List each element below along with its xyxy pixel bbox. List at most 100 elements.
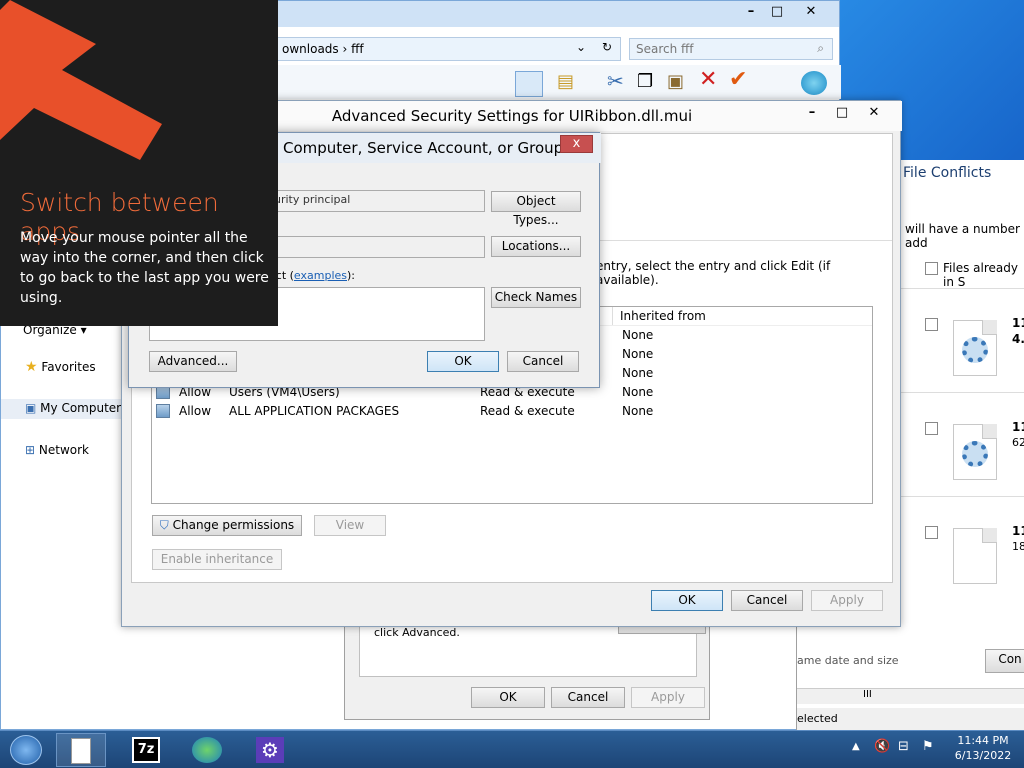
close-button[interactable]: ✕ — [858, 102, 890, 124]
file-1-name: 11 — [1012, 316, 1024, 330]
cut-icon[interactable]: ✂ — [607, 69, 624, 93]
cancel-button[interactable]: Cancel — [507, 351, 579, 372]
globe-icon[interactable] — [801, 71, 827, 95]
examples-link[interactable]: examples — [294, 269, 347, 282]
enter-names-text-end: ): — [347, 269, 355, 282]
horizontal-scrollbar[interactable]: III — [797, 688, 1024, 704]
taskbar-idm[interactable] — [186, 733, 230, 767]
locations-button[interactable]: Locations... — [491, 236, 581, 257]
show-hidden-icons[interactable]: ▲ — [852, 741, 860, 752]
delete-icon[interactable]: ✕ — [699, 67, 717, 92]
sevenzip-icon: 7z — [132, 737, 160, 763]
taskbar-7zip[interactable]: 7z — [124, 733, 168, 767]
file-2-icon — [953, 424, 997, 480]
object-types-button[interactable]: Object Types... — [491, 191, 581, 227]
document-icon — [71, 738, 91, 764]
row-inherited: None — [622, 328, 654, 342]
network-icon: ⊞ — [25, 443, 36, 457]
row-principal: ALL APPLICATION PACKAGES — [229, 404, 400, 418]
files-already-label: Files already in S — [943, 261, 1018, 289]
search-icon: ⌕ — [817, 41, 824, 55]
nav-favorites[interactable]: ★ Favorites — [25, 359, 96, 375]
close-button[interactable]: x — [560, 135, 593, 153]
divider — [895, 392, 1024, 393]
view-button: View — [314, 515, 386, 536]
file-3-icon — [953, 528, 997, 584]
conflicts-title: File Conflicts — [903, 165, 992, 181]
taskbar-settings[interactable]: ⚙ — [248, 733, 292, 767]
nav-my-computer-label: My Computer — [40, 401, 122, 415]
row-type: Allow — [179, 404, 212, 418]
permissions-hint: click Advanced. — [374, 626, 460, 639]
switch-apps-hint: Switch between apps Move your mouse poin… — [0, 0, 278, 326]
file-2-checkbox[interactable] — [925, 422, 938, 435]
nav-network[interactable]: ⊞ Network — [25, 443, 89, 457]
layout-icon[interactable] — [515, 71, 543, 97]
column-divider — [612, 307, 613, 325]
file-3-name: 11 — [1012, 524, 1024, 538]
nav-network-label: Network — [38, 443, 89, 457]
divider — [895, 496, 1024, 497]
nav-favorites-label: Favorites — [41, 360, 96, 374]
check-names-button[interactable]: Check Names — [491, 287, 581, 308]
maximize-button[interactable]: □ — [826, 102, 858, 124]
advanced-button[interactable]: Advanced... — [149, 351, 237, 372]
ok-button[interactable]: OK — [427, 351, 499, 372]
status-text: elected — [797, 712, 838, 725]
files-already-checkbox[interactable] — [925, 262, 938, 275]
dropdown-icon[interactable]: ⌄ — [576, 40, 586, 54]
same-date-label: ame date and size — [797, 654, 899, 667]
row-access: Read & execute — [480, 404, 575, 418]
location-field — [269, 236, 485, 258]
perm-cancel-button[interactable]: Cancel — [551, 687, 625, 708]
search-input[interactable]: Search fff ⌕ — [629, 38, 833, 60]
check-icon[interactable]: ✔ — [729, 67, 747, 92]
row-inherited: None — [622, 347, 654, 361]
refresh-icon[interactable]: ↻ — [602, 40, 612, 54]
action-center-icon[interactable]: ⚑ — [922, 739, 934, 754]
scroll-grip-icon: III — [863, 689, 872, 700]
star-icon: ★ — [25, 359, 38, 375]
advanced-instruction: entry, select the entry and click Edit (… — [596, 259, 831, 287]
file-1-size: 4.2 — [1012, 332, 1024, 346]
hint-text: Move your mouse pointer all the way into… — [20, 230, 269, 306]
object-type-field: urity principal — [269, 190, 485, 212]
paste-icon[interactable]: ▣ — [667, 71, 684, 92]
column-header-inherited[interactable]: Inherited from — [620, 309, 706, 323]
perm-ok-button[interactable]: OK — [471, 687, 545, 708]
properties-icon[interactable]: ▤ — [557, 71, 574, 92]
taskbar: 7z ⚙ ▲ 🔇 ⊟ ⚑ — [0, 730, 1024, 768]
change-permissions-button[interactable]: ⛉ Change permissions — [152, 515, 302, 536]
file-3-size: 18 — [1012, 540, 1024, 553]
file-1-icon — [953, 320, 997, 376]
computer-icon: ▣ — [25, 401, 37, 415]
search-placeholder: Search fff — [636, 42, 694, 56]
minimize-button[interactable]: – — [796, 102, 828, 124]
row-inherited: None — [622, 366, 654, 380]
packages-icon — [156, 404, 170, 418]
gear-icon: ⚙ — [256, 737, 284, 763]
ok-button[interactable]: OK — [651, 590, 723, 611]
enable-inheritance-button: Enable inheritance — [152, 549, 282, 570]
change-permissions-label: Change permissions — [172, 518, 295, 532]
file-2-size: 624 — [1012, 436, 1024, 449]
maximize-button[interactable]: □ — [761, 1, 793, 23]
network-status-icon[interactable]: ⊟ — [898, 739, 909, 754]
file-2-name: 11 — [1012, 420, 1024, 434]
continue-button[interactable]: Con — [985, 649, 1024, 673]
system-clock[interactable]: 11:44 PM 6/13/2022 — [948, 733, 1018, 763]
file-3-checkbox[interactable] — [925, 526, 938, 539]
close-button[interactable]: ✕ — [795, 1, 827, 23]
cancel-button[interactable]: Cancel — [731, 590, 803, 611]
perm-apply-button: Apply — [631, 687, 705, 708]
conflicts-subtitle: will have a number add — [905, 222, 1020, 250]
taskbar-explorer[interactable] — [56, 733, 106, 767]
speaker-muted-icon[interactable]: 🔇 — [874, 739, 890, 754]
shield-icon: ⛉ — [159, 518, 169, 532]
clock-time: 11:44 PM — [957, 734, 1009, 747]
row-inherited: None — [622, 385, 654, 399]
start-button[interactable] — [4, 733, 48, 767]
file-1-checkbox[interactable] — [925, 318, 938, 331]
nav-my-computer[interactable]: ▣ My Computer — [1, 399, 123, 419]
copy-icon[interactable]: ❐ — [637, 71, 653, 92]
